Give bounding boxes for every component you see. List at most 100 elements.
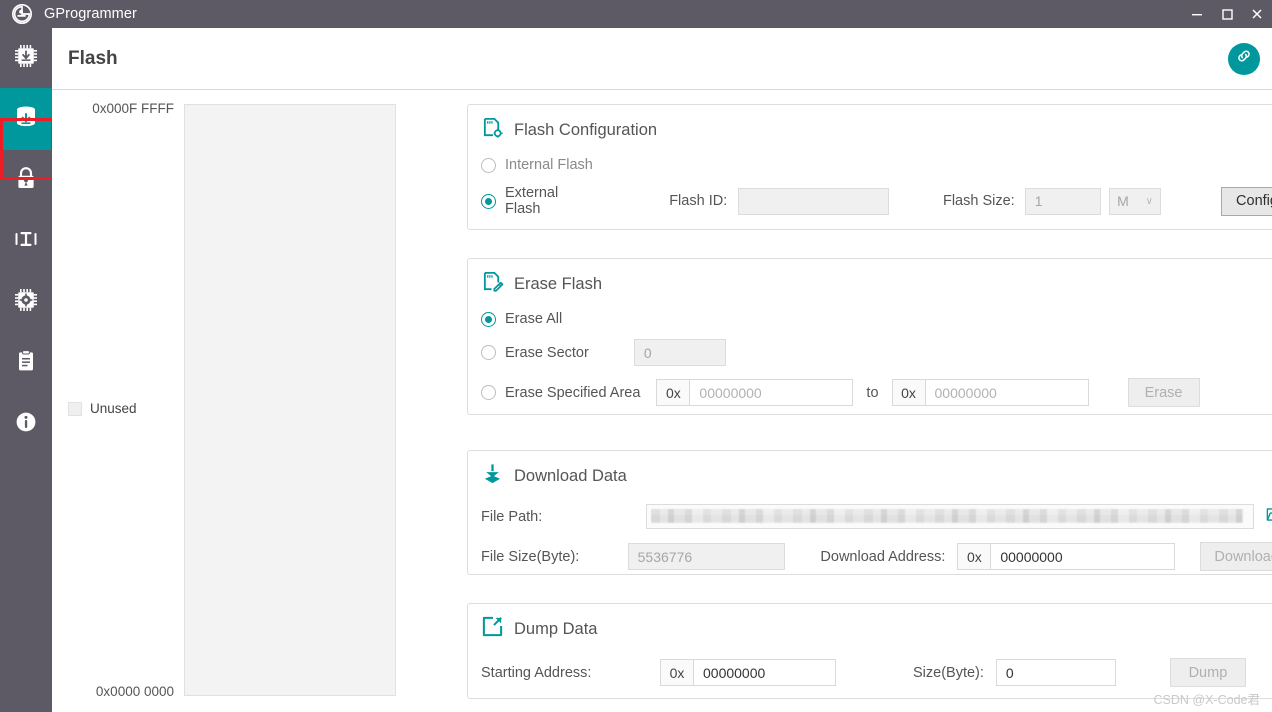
sidebar-item-log[interactable] [0, 333, 52, 394]
download-data-panel: Download Data File Path: File Size(Byte)… [467, 450, 1272, 575]
erase-specified-area-label: Erase Specified Area [505, 384, 641, 401]
download-data-title: Download Data [514, 466, 627, 485]
download-address-label: Download Address: [820, 548, 946, 565]
memory-bottom-address: 0x0000 0000 [95, 684, 174, 699]
memory-top-address: 0x000F FFFF [92, 101, 174, 116]
erase-flash-title: Erase Flash [514, 274, 603, 293]
starting-address-label: Starting Address: [481, 664, 592, 681]
page-title: Flash [68, 47, 118, 69]
erase-area-to-label: to [866, 384, 879, 401]
flash-id-input[interactable] [738, 187, 889, 215]
gprogrammer-window: GProgrammer Flash 0x000F FFFF 0x0000 000… [0, 0, 1272, 712]
file-size-input[interactable]: 5536776 [627, 543, 786, 570]
starting-address-input[interactable]: 00000000 [693, 659, 836, 686]
file-path-input[interactable] [646, 504, 1254, 529]
flash-config-icon [481, 116, 504, 144]
sidebar-item-flash[interactable] [0, 89, 52, 150]
sidebar-item-security[interactable] [0, 150, 52, 211]
dump-button[interactable]: Dump [1169, 658, 1246, 687]
sidebar-item-chip-download[interactable] [0, 28, 52, 89]
flash-size-label: Flash Size: [942, 193, 1015, 209]
download-button[interactable]: Download [1200, 542, 1272, 571]
flash-configuration-panel: Flash Configuration Internal Flash Exter… [467, 104, 1272, 230]
starting-address-hex-prefix: 0x [660, 659, 693, 686]
sidebar-item-io-test[interactable] [0, 211, 52, 272]
erase-area-start-input[interactable]: 00000000 [689, 379, 854, 406]
memory-legend-unused: Unused [68, 401, 137, 416]
sidebar-item-chip-configuration[interactable] [0, 272, 52, 333]
download-address-group: 0x 00000000 [957, 543, 1176, 570]
erase-all-row: Erase All [481, 311, 1272, 327]
erase-all-radio[interactable] [481, 311, 496, 327]
erase-specified-area-row: Erase Specified Area 0x 00000000 to 0x 0… [481, 378, 1272, 407]
chip-settings-icon [13, 287, 39, 318]
browse-file-button[interactable] [1264, 506, 1272, 528]
erase-sector-label: Erase Sector [505, 344, 589, 361]
erase-area-start-hex-prefix: 0x [656, 379, 690, 406]
erase-all-label: Erase All [505, 311, 563, 327]
starting-address-group: 0x 00000000 [660, 659, 836, 686]
flash-configuration-header: Flash Configuration [468, 105, 1272, 144]
config-button[interactable]: Config [1221, 186, 1272, 216]
erase-flash-icon [481, 270, 504, 298]
dump-data-title: Dump Data [514, 619, 598, 638]
maximize-button[interactable] [1212, 0, 1242, 28]
dump-data-icon [481, 615, 504, 643]
erase-flash-body: Erase All Erase Sector 0 Erase Specified… [468, 298, 1272, 419]
file-size-row: File Size(Byte): 5536776 Download Addres… [481, 542, 1272, 571]
flash-size-input[interactable]: 1 [1024, 187, 1102, 215]
erase-sector-radio[interactable] [481, 345, 496, 360]
info-icon [13, 409, 39, 440]
page-header: Flash [52, 28, 1272, 90]
download-data-header: Download Data [468, 451, 1272, 490]
flash-icon [12, 103, 40, 136]
lock-icon [13, 165, 39, 196]
flash-id-label: Flash ID: [669, 193, 728, 209]
erase-area-start-group: 0x 00000000 [656, 379, 854, 406]
dump-data-body: Starting Address: 0x 00000000 Size(Byte)… [468, 643, 1272, 699]
sidebar [0, 28, 54, 712]
close-button[interactable] [1242, 0, 1272, 28]
minimize-button[interactable] [1182, 0, 1212, 28]
external-flash-row: External Flash Flash ID: Flash Size: 1 M… [481, 185, 1272, 217]
file-path-row: File Path: [481, 504, 1272, 529]
download-data-icon [481, 462, 504, 490]
external-flash-radio[interactable] [481, 193, 496, 209]
legend-label-unused: Unused [90, 401, 137, 416]
erase-button[interactable]: Erase [1127, 378, 1200, 407]
watermark: CSDN @X-Code君 [1153, 693, 1260, 707]
memory-map-bar[interactable] [184, 104, 396, 696]
erase-sector-row: Erase Sector 0 [481, 339, 1272, 366]
sidebar-item-about[interactable] [0, 394, 52, 455]
clipboard-icon [13, 348, 39, 379]
erase-flash-header: Erase Flash [468, 259, 1272, 298]
file-path-label: File Path: [481, 508, 543, 525]
open-folder-icon [1266, 505, 1272, 529]
internal-flash-row: Internal Flash [481, 157, 1272, 173]
panel-column: Flash Configuration Internal Flash Exter… [415, 91, 1272, 712]
flash-size-unit-select[interactable]: M ∨ [1109, 187, 1161, 215]
flash-size-unit-value: M [1117, 193, 1129, 209]
dump-size-input[interactable]: 0 [995, 659, 1116, 686]
external-flash-label: External Flash [505, 185, 559, 217]
dump-data-panel: Dump Data Starting Address: 0x 00000000 … [467, 603, 1272, 699]
internal-flash-radio[interactable] [481, 157, 496, 173]
internal-flash-label: Internal Flash [505, 157, 593, 173]
chevron-down-icon: ∨ [1145, 195, 1153, 207]
download-address-input[interactable]: 00000000 [990, 543, 1176, 570]
erase-specified-area-radio[interactable] [481, 385, 496, 400]
flash-configuration-title: Flash Configuration [514, 120, 658, 139]
flash-configuration-body: Internal Flash External Flash Flash ID: … [468, 144, 1272, 229]
erase-sector-input[interactable]: 0 [633, 339, 726, 366]
file-path-redacted-value [651, 509, 1243, 523]
title-bar: GProgrammer [0, 0, 1272, 28]
page-body: 0x000F FFFF 0x0000 0000 Unused Flash Con… [52, 91, 1272, 712]
legend-swatch-unused [68, 401, 82, 416]
dump-address-row: Starting Address: 0x 00000000 Size(Byte)… [481, 658, 1272, 687]
download-address-hex-prefix: 0x [957, 543, 991, 570]
erase-area-end-input[interactable]: 00000000 [924, 379, 1089, 406]
connection-link-button[interactable] [1228, 42, 1260, 75]
window-title: GProgrammer [44, 6, 137, 22]
io-measure-icon [13, 226, 39, 257]
chip-download-icon [13, 43, 39, 74]
